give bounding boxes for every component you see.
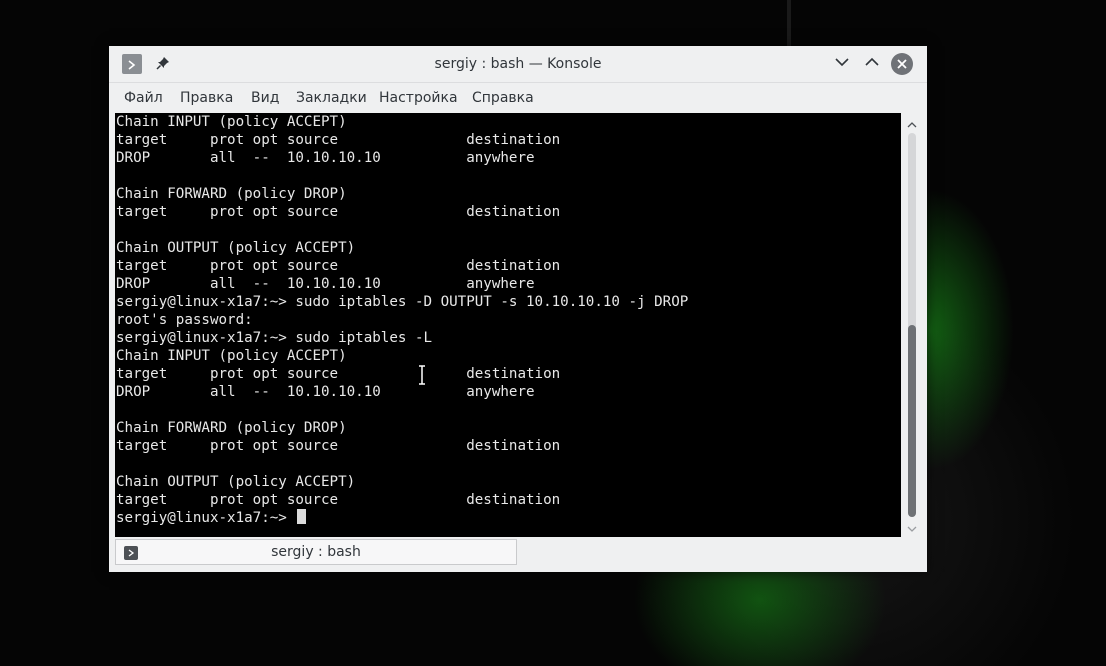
terminal-line: Chain OUTPUT (policy ACCEPT) — [116, 240, 356, 256]
menu-bookmarks[interactable]: Закладки — [296, 83, 367, 113]
chevron-up-icon — [907, 114, 917, 133]
terminal-line: Chain INPUT (policy ACCEPT) — [116, 114, 347, 130]
terminal-line: target prot opt source destination — [116, 492, 561, 508]
terminal-line: Chain INPUT (policy ACCEPT) — [116, 348, 347, 364]
chevron-down-icon — [907, 518, 917, 537]
scroll-thumb[interactable] — [908, 325, 916, 517]
scroll-down-button[interactable] — [904, 519, 920, 535]
menu-bar: Файл Правка Вид Закладки Настройка Справ… — [109, 83, 927, 113]
chevron-down-icon — [834, 54, 850, 74]
terminal-prompt: sergiy@linux-x1a7:~> — [116, 510, 296, 526]
text-cursor-icon — [417, 365, 427, 385]
terminal-line: sergiy@linux-x1a7:~> sudo iptables -L — [116, 330, 433, 346]
terminal-line: sergiy@linux-x1a7:~> sudo iptables -D OU… — [116, 294, 689, 310]
tab-sergiy-bash[interactable]: sergiy : bash — [115, 539, 517, 565]
terminal-line: target prot opt source destination — [116, 366, 561, 382]
terminal-line: target prot opt source destination — [116, 258, 561, 274]
menu-file[interactable]: Файл — [124, 83, 163, 113]
menu-view[interactable]: Вид — [251, 83, 279, 113]
scroll-up-button[interactable] — [904, 115, 920, 131]
close-icon — [896, 55, 908, 74]
desktop-decoration — [787, 0, 791, 46]
terminal-line: DROP all -- 10.10.10.10 anywhere — [116, 276, 535, 292]
menu-settings[interactable]: Настройка — [379, 83, 458, 113]
konsole-window: sergiy : bash — Konsole Файл Правка Вид … — [109, 46, 927, 572]
menu-help[interactable]: Справка — [472, 83, 534, 113]
terminal-line: target prot opt source destination — [116, 132, 561, 148]
close-button[interactable] — [891, 53, 913, 75]
terminal-line: Chain FORWARD (policy DROP) — [116, 420, 347, 436]
terminal-line: target prot opt source destination — [116, 204, 561, 220]
window-title: sergiy : bash — Konsole — [434, 56, 602, 72]
title-bar[interactable]: sergiy : bash — Konsole — [109, 46, 927, 83]
terminal-line: Chain FORWARD (policy DROP) — [116, 186, 347, 202]
terminal-line: DROP all -- 10.10.10.10 anywhere — [116, 384, 535, 400]
terminal-output[interactable]: Chain INPUT (policy ACCEPT) target prot … — [115, 113, 901, 537]
tab-bar: sergiy : bash — [109, 537, 927, 572]
terminal-line: DROP all -- 10.10.10.10 anywhere — [116, 150, 535, 166]
menu-edit[interactable]: Правка — [180, 83, 233, 113]
terminal-line: root's password: — [116, 312, 253, 328]
maximize-button[interactable] — [861, 53, 883, 75]
terminal-line: Chain OUTPUT (policy ACCEPT) — [116, 474, 356, 490]
chevron-up-icon — [864, 54, 880, 74]
terminal-scrollbar[interactable] — [904, 113, 920, 537]
terminal-prompt-line: sergiy@linux-x1a7:~> — [116, 509, 307, 527]
terminal-cursor — [297, 509, 307, 524]
tab-label: sergiy : bash — [271, 544, 361, 560]
minimize-button[interactable] — [831, 53, 853, 75]
terminal-line: target prot opt source destination — [116, 438, 561, 454]
